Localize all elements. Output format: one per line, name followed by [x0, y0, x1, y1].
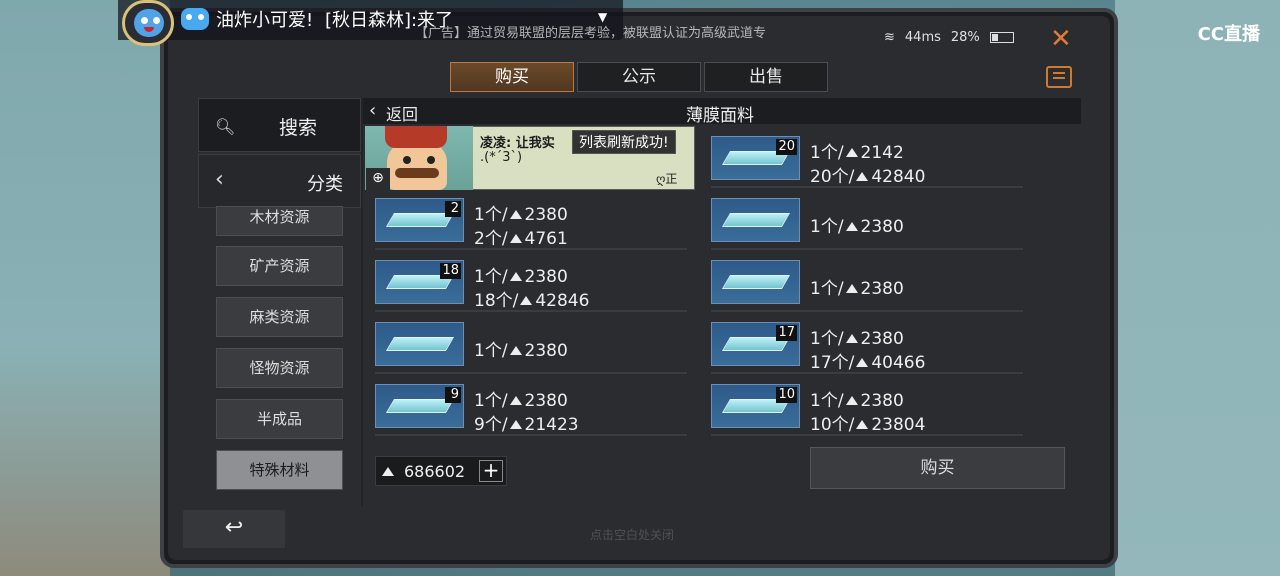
coin-icon: [509, 396, 522, 405]
balance-amount: 686602: [404, 462, 466, 481]
coin-icon: [845, 334, 858, 343]
chevron-left-icon: ‹: [215, 167, 224, 192]
item-card[interactable]: 1个/2380: [711, 256, 1023, 312]
quantity-badge: 2: [445, 201, 461, 217]
coin-icon: [856, 358, 869, 367]
subcategory-semi-finished[interactable]: 半成品: [216, 399, 343, 439]
film-fabric-icon: 18: [375, 260, 464, 304]
unit-price: 1个/2380: [474, 267, 568, 287]
unit-price: 1个/2380: [810, 217, 904, 237]
tab-buy[interactable]: 购买: [450, 62, 574, 92]
ping-value: 44ms: [904, 30, 941, 45]
film-fabric-icon: [711, 198, 800, 242]
total-price: 18个/42846: [474, 291, 590, 311]
unit-price: 1个/2380: [810, 329, 904, 349]
chevron-left-icon[interactable]: ‹: [369, 100, 376, 121]
category-label: 分类: [307, 174, 343, 195]
coin-icon: [845, 148, 858, 157]
announcement-ticker: 【广告】通过贸易联盟的层层考验，被联盟认证为高级武道专: [415, 26, 767, 41]
unit-price: 1个/2142: [810, 143, 904, 163]
unit-price: 1个/2380: [810, 391, 904, 411]
unit-price: 1个/2380: [474, 341, 568, 361]
battery-icon: [989, 32, 1014, 43]
back-link[interactable]: 返回: [386, 101, 418, 125]
coin-icon: [509, 420, 522, 429]
coin-icon: [509, 272, 522, 281]
battery-value: 28%: [950, 30, 980, 45]
tab-sell[interactable]: 出售: [704, 62, 828, 92]
search-label: 搜索: [279, 117, 318, 139]
refresh-toast: 列表刷新成功!: [572, 130, 676, 154]
unit-price: 1个/2380: [810, 279, 904, 299]
chat-user: 油炸小可爱!: [216, 10, 314, 31]
subcategory-hemp[interactable]: 麻类资源: [216, 297, 343, 337]
subcategory-wood[interactable]: 木材资源: [216, 206, 343, 236]
list-title: 薄膜面料: [686, 106, 754, 126]
search-button[interactable]: 🔍︎ 搜索: [198, 98, 361, 152]
streamer-avatar[interactable]: [122, 0, 174, 46]
quantity-badge: 17: [776, 325, 797, 341]
notebook-icon[interactable]: [1046, 66, 1072, 88]
film-fabric-icon: [375, 322, 464, 366]
coin-icon: [845, 284, 858, 293]
quantity-badge: 18: [440, 263, 461, 279]
add-currency-button[interactable]: +: [479, 460, 503, 482]
category-button[interactable]: ‹ 分类: [198, 154, 361, 208]
item-card[interactable]: 10 1个/2380 10个/23804: [711, 380, 1023, 436]
coin-icon: [509, 234, 522, 243]
coin-icon: [845, 396, 858, 405]
film-fabric-icon: 9: [375, 384, 464, 428]
quantity-badge: 9: [445, 387, 461, 403]
item-card[interactable]: 17 1个/2380 17个/40466: [711, 318, 1023, 374]
total-price: 17个/40466: [810, 353, 926, 373]
coin-icon: [382, 467, 394, 476]
subcategory-ore[interactable]: 矿产资源: [216, 246, 343, 286]
item-card[interactable]: 1个/2380: [711, 194, 1023, 250]
total-price: 2个/4761: [474, 229, 568, 249]
wifi-icon: ≋: [884, 30, 895, 45]
tab-notice[interactable]: 公示: [577, 62, 701, 92]
coin-icon: [845, 222, 858, 231]
subcategory-monster[interactable]: 怪物资源: [216, 348, 343, 388]
gamepad-icon: [181, 8, 209, 30]
item-card[interactable]: 1个/2380: [375, 318, 687, 374]
total-price: 9个/21423: [474, 415, 579, 435]
coin-icon: [509, 346, 522, 355]
close-icon[interactable]: ✕: [1050, 24, 1072, 54]
film-fabric-icon: 17: [711, 322, 800, 366]
item-card[interactable]: 2 1个/2380 2个/4761: [375, 194, 687, 250]
coin-icon: [509, 210, 522, 219]
film-fabric-icon: [711, 260, 800, 304]
return-arrow-button[interactable]: ↩: [183, 510, 285, 548]
item-card[interactable]: 20 1个/2142 20个/42840: [711, 132, 1023, 188]
item-card[interactable]: 9 1个/2380 9个/21423: [375, 380, 687, 436]
wallet-balance: 686602 +: [375, 456, 507, 486]
search-icon: 🔍︎: [215, 117, 236, 136]
quantity-badge: 20: [776, 139, 797, 155]
item-card[interactable]: 18 1个/2380 18个/42846: [375, 256, 687, 312]
coin-icon: [856, 420, 869, 429]
npc-signature: ღ正: [656, 172, 678, 186]
total-price: 10个/23804: [810, 415, 926, 435]
subcategory-special[interactable]: 特殊材料: [216, 450, 343, 490]
film-fabric-icon: 2: [375, 198, 464, 242]
total-price: 20个/42840: [810, 167, 926, 187]
npc-dialog-line1: 凌凌: 让我实: [480, 136, 555, 151]
coin-icon: [520, 296, 533, 305]
quantity-badge: 10: [776, 387, 797, 403]
film-fabric-icon: 10: [711, 384, 800, 428]
unit-price: 1个/2380: [474, 205, 568, 225]
buy-button[interactable]: 购买: [810, 447, 1065, 489]
background-left: [0, 0, 170, 576]
add-friend-icon[interactable]: ⊕: [366, 168, 390, 190]
close-hint: 点击空白处关闭: [590, 528, 675, 542]
coin-icon: [856, 172, 869, 181]
background-right: [1115, 0, 1280, 576]
platform-logo: CC直播: [1197, 24, 1260, 45]
npc-dialog-line2: .(*´3`): [480, 150, 523, 165]
status-bar: ≋ 44ms 28%: [884, 30, 1024, 45]
unit-price: 1个/2380: [474, 391, 568, 411]
film-fabric-icon: 20: [711, 136, 800, 180]
nav-divider: [361, 98, 363, 506]
